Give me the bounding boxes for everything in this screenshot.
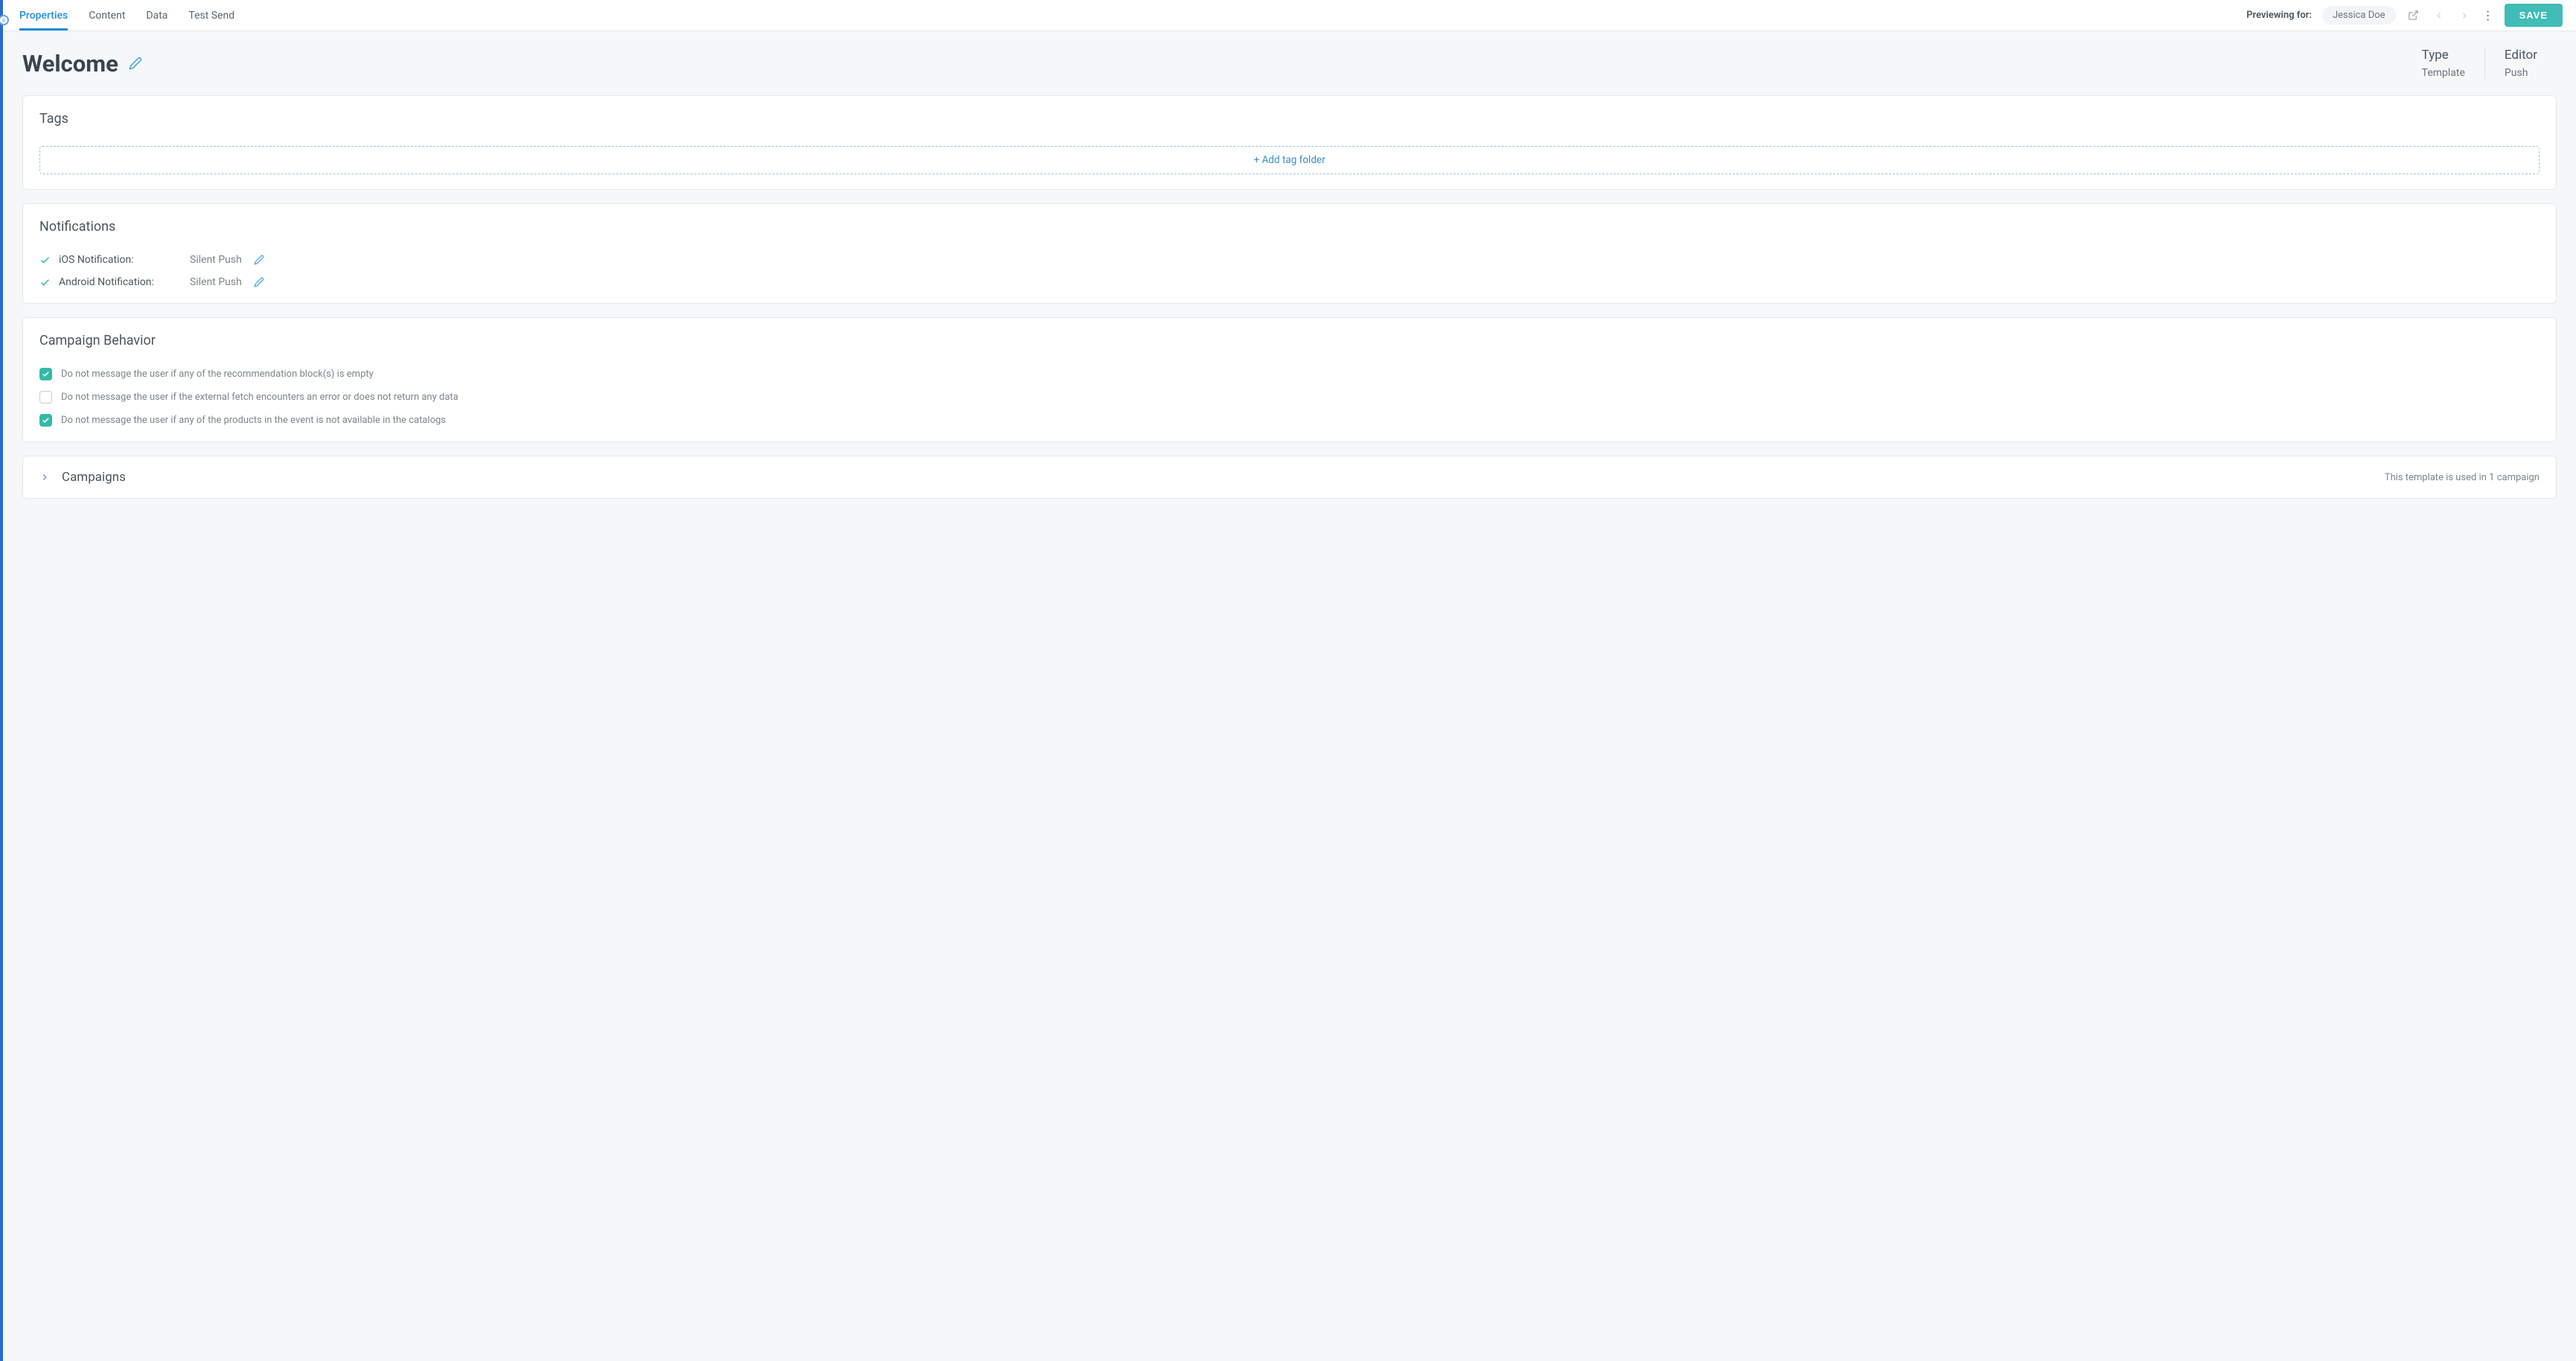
chevron-right-icon[interactable]	[39, 472, 50, 482]
ios-notification-row: iOS Notification: Silent Push	[39, 254, 2540, 266]
tab-content[interactable]: Content	[89, 0, 125, 31]
meta-editor-label: Editor	[2505, 48, 2537, 63]
android-notification-row: Android Notification: Silent Push	[39, 276, 2540, 288]
save-button[interactable]: SAVE	[2505, 4, 2563, 27]
edit-title-icon[interactable]	[129, 57, 142, 70]
ios-notification-value: Silent Push	[190, 254, 242, 266]
tab-properties[interactable]: Properties	[19, 0, 68, 31]
next-arrow-icon	[2457, 8, 2472, 23]
campaigns-title: Campaigns	[62, 470, 126, 485]
campaigns-card: Campaigns This template is used in 1 cam…	[22, 456, 2557, 499]
preview-for-label: Previewing for:	[2246, 10, 2312, 21]
campaigns-status: This template is used in 1 campaign	[2385, 472, 2540, 483]
edit-android-notification-icon[interactable]	[254, 277, 264, 287]
more-menu-icon[interactable]: ⋮	[2482, 10, 2494, 22]
campaign-behavior-card: Campaign Behavior Do not message the use…	[22, 317, 2557, 442]
behavior-option-3: Do not message the user if any of the pr…	[39, 414, 2540, 427]
add-tag-folder-button[interactable]: + Add tag folder	[39, 146, 2540, 174]
meta-type: Type Template	[2403, 48, 2484, 79]
behavior-option-1-label: Do not message the user if any of the re…	[61, 369, 374, 380]
behavior-option-1: Do not message the user if any of the re…	[39, 368, 2540, 380]
preview-user-pill[interactable]: Jessica Doe	[2322, 6, 2396, 25]
edit-ios-notification-icon[interactable]	[254, 255, 264, 265]
tags-card: Tags + Add tag folder	[22, 95, 2557, 190]
tab-list: Properties Content Data Test Send	[19, 0, 234, 31]
behavior-option-3-label: Do not message the user if any of the pr…	[61, 415, 446, 426]
meta-editor: Editor Push	[2484, 48, 2557, 79]
ios-notification-label: iOS Notification:	[59, 254, 178, 266]
meta-editor-value: Push	[2505, 67, 2537, 79]
behavior-checkbox-1[interactable]	[39, 368, 52, 380]
behavior-option-2: Do not message the user if the external …	[39, 391, 2540, 404]
android-notification-label: Android Notification:	[59, 276, 178, 288]
notifications-card-title: Notifications	[39, 219, 2540, 235]
campaign-behavior-title: Campaign Behavior	[39, 333, 2540, 348]
behavior-checkbox-3[interactable]	[39, 414, 52, 427]
behavior-option-2-label: Do not message the user if the external …	[61, 392, 458, 403]
tags-card-title: Tags	[39, 111, 2540, 127]
tab-test-send[interactable]: Test Send	[188, 0, 234, 31]
check-icon	[39, 277, 51, 288]
external-link-icon[interactable]	[2406, 8, 2421, 23]
check-icon	[39, 255, 51, 266]
notifications-card: Notifications iOS Notification: Silent P…	[22, 203, 2557, 304]
page-title: Welcome	[22, 50, 118, 77]
prev-arrow-icon	[2432, 8, 2446, 23]
meta-type-value: Template	[2422, 67, 2465, 79]
tab-data[interactable]: Data	[146, 0, 167, 31]
meta-type-label: Type	[2422, 48, 2465, 63]
top-bar: Properties Content Data Test Send Previe…	[3, 0, 2576, 31]
android-notification-value: Silent Push	[190, 276, 242, 288]
behavior-checkbox-2[interactable]	[39, 391, 52, 404]
page-header: Welcome Type Template Editor Push	[3, 31, 2576, 88]
